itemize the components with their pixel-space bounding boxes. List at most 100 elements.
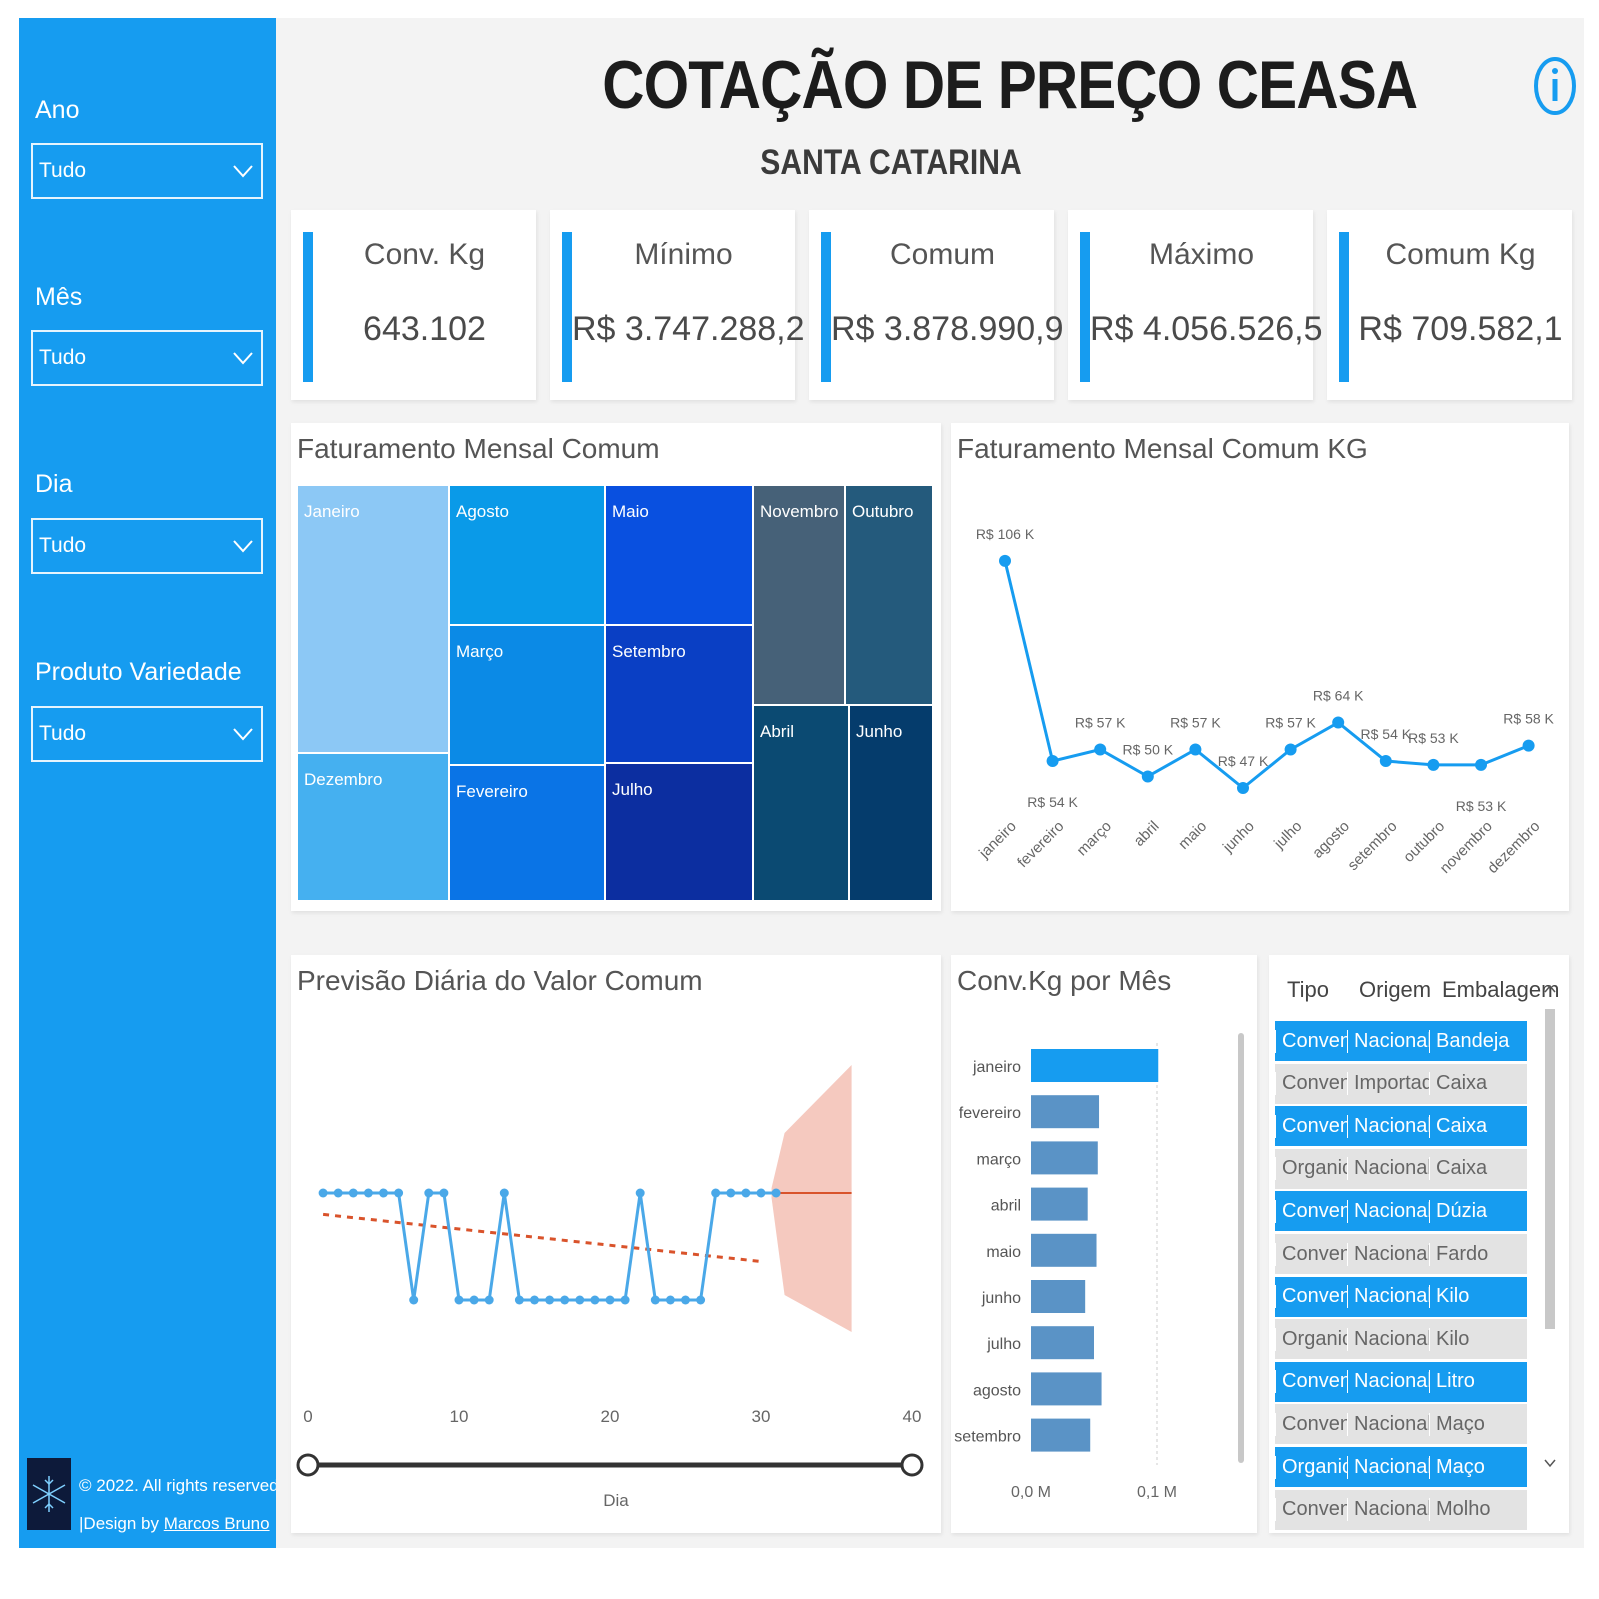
kpi-accent-bar: [303, 232, 313, 382]
ano-dropdown[interactable]: Tudo: [31, 143, 263, 199]
filter-sidebar: Ano Tudo Mês Tudo Dia Tudo Produto Varie…: [19, 18, 279, 1548]
kpi-label: Conv. Kg: [363, 238, 486, 271]
table-row[interactable]: ConvenciNacionalCaixa: [1275, 1106, 1527, 1147]
bar: [1031, 1187, 1088, 1221]
treemap-cell-janeiro[interactable]: Janeiro: [297, 485, 449, 753]
chevron-down-icon: [233, 728, 253, 741]
forecast-x-tick: 40: [903, 1407, 922, 1426]
kpi-accent-bar: [562, 232, 572, 382]
kpi-accent-bar: [821, 232, 831, 382]
forecast-point: [318, 1188, 328, 1198]
produto-variedade-dropdown[interactable]: Tudo: [31, 706, 263, 762]
mes-dropdown-value: Tudo: [39, 346, 87, 369]
day-range-slider-handle-end[interactable]: [900, 1453, 924, 1477]
table-cell-embalagem: Maço: [1429, 1412, 1527, 1436]
dia-dropdown[interactable]: Tudo: [31, 518, 263, 574]
treemap-cell-maio[interactable]: Maio: [605, 485, 753, 625]
designer-link[interactable]: Marcos Bruno: [164, 1514, 270, 1533]
designer-credit-prefix: |Design by: [79, 1514, 164, 1533]
treemap-panel: Faturamento Mensal Comum Janeiro Dezembr…: [291, 423, 941, 911]
table-row[interactable]: ConvenciNacionalLitro: [1275, 1361, 1527, 1402]
kpi-label: Comum: [889, 238, 995, 271]
kpi-label: Mínimo: [634, 238, 733, 271]
chevron-down-icon: [233, 540, 253, 553]
table-row[interactable]: OrganicoNacionalKilo: [1275, 1319, 1527, 1360]
bar-scrollbar[interactable]: [1238, 1033, 1244, 1463]
treemap-cell-julho[interactable]: Julho: [605, 763, 753, 901]
ano-dropdown-value: Tudo: [39, 159, 87, 182]
treemap-cell-junho[interactable]: Junho: [849, 705, 933, 901]
scroll-down-icon[interactable]: [1543, 1457, 1557, 1469]
table-row[interactable]: ConvenciNacionalDúzia: [1275, 1191, 1527, 1232]
forecast-point: [454, 1295, 464, 1305]
filter-label-produto-variedade: Produto Variedade: [35, 658, 242, 686]
line-x-tick-label: dezembro: [1484, 818, 1543, 877]
treemap-cell-abril[interactable]: Abril: [753, 705, 849, 901]
line-data-label: R$ 58 K: [1503, 711, 1554, 727]
table-cell-origem: Nacional: [1347, 1412, 1429, 1436]
forecast-x-tick: 0: [303, 1407, 312, 1426]
treemap-cell-fevereiro[interactable]: Fevereiro: [449, 765, 605, 901]
line-point: [1046, 755, 1059, 768]
forecast-point: [711, 1188, 721, 1198]
table-cell-tipo: Convenci: [1275, 1498, 1347, 1522]
table-cell-tipo: Convenci: [1275, 1114, 1347, 1138]
table-cell-tipo: Organico: [1275, 1157, 1347, 1181]
table-row[interactable]: ConvenciImportadoCaixa: [1275, 1063, 1527, 1104]
line-x-tick-label: agosto: [1309, 818, 1353, 862]
forecast-panel: Previsão Diária do Valor Comum 0 10 20 30 40…: [291, 955, 941, 1533]
line-x-tick-label: fevereiro: [1014, 818, 1067, 871]
treemap-cell-setembro[interactable]: Setembro: [605, 625, 753, 763]
table-panel: Tipo Origem Embalagem ConvenciNacionalBa…: [1269, 955, 1569, 1533]
chevron-down-icon: [233, 352, 253, 365]
table-row[interactable]: ConvenciNacionalBandeja: [1275, 1021, 1527, 1061]
table-header-tipo[interactable]: Tipo: [1287, 977, 1329, 1003]
table-cell-embalagem: Kilo: [1429, 1327, 1527, 1351]
forecast-point: [635, 1188, 645, 1198]
table-scrollbar[interactable]: [1545, 1009, 1555, 1329]
treemap-cell-dezembro[interactable]: Dezembro: [297, 753, 449, 901]
table-header-origem[interactable]: Origem: [1359, 977, 1431, 1003]
info-icon[interactable]: [1531, 53, 1579, 119]
treemap-cell-agosto[interactable]: Agosto: [449, 485, 605, 625]
table-header-embalagem[interactable]: Embalagem: [1442, 977, 1559, 1003]
table-cell-tipo: Convenci: [1275, 1242, 1347, 1266]
treemap-cell-marco[interactable]: Março: [449, 625, 605, 765]
forecast-point: [771, 1188, 781, 1198]
scroll-up-icon[interactable]: [1543, 983, 1557, 995]
line-data-label: R$ 50 K: [1123, 741, 1174, 757]
table-row[interactable]: OrganicoNacionalMaço: [1275, 1447, 1527, 1487]
kpi-card-comum: Comum R$ 3.878.990,9: [809, 210, 1064, 400]
forecast-point: [620, 1295, 630, 1305]
line-data-label: R$ 53 K: [1456, 798, 1507, 814]
mes-dropdown[interactable]: Tudo: [31, 330, 263, 386]
day-range-slider-handle-start[interactable]: [296, 1453, 320, 1477]
dia-dropdown-value: Tudo: [39, 534, 87, 557]
bar-category-label: março: [977, 1151, 1022, 1168]
table-row[interactable]: ConvenciNacionalMaço: [1275, 1404, 1527, 1445]
forecast-point: [409, 1295, 419, 1305]
table-row[interactable]: OrganicoNacionalCaixa: [1275, 1148, 1527, 1189]
table-cell-embalagem: Litro: [1429, 1370, 1527, 1394]
line-data-label: R$ 53 K: [1408, 730, 1459, 746]
table-cell-tipo: Convenci: [1275, 1029, 1347, 1053]
table-row[interactable]: ConvenciNacionalKilo: [1275, 1276, 1527, 1317]
bar-x-tick: 0,0 M: [1011, 1484, 1051, 1501]
table-cell-embalagem: Fardo: [1429, 1242, 1527, 1266]
treemap-cell-outubro[interactable]: Outubro: [845, 485, 933, 705]
filter-label-dia: Dia: [35, 470, 73, 498]
table-cell-origem: Nacional: [1347, 1114, 1429, 1138]
table-cell-embalagem: Molho: [1429, 1498, 1527, 1522]
line-point: [1141, 770, 1154, 783]
table-cell-origem: Nacional: [1347, 1029, 1429, 1053]
bar-category-label: fevereiro: [959, 1105, 1021, 1122]
forecast-point: [605, 1295, 615, 1305]
forecast-x-axis-label: Dia: [603, 1491, 629, 1510]
bar-chart: janeiro fevereiro março abril maio junho julho…: [954, 1033, 1244, 1501]
table-row[interactable]: ConvenciNacionalFardo: [1275, 1234, 1527, 1274]
treemap-cell-novembro[interactable]: Novembro: [753, 485, 845, 705]
forecast-point: [394, 1188, 404, 1198]
line-data-label: R$ 57 K: [1075, 715, 1126, 731]
line-data-label: R$ 106 K: [976, 526, 1035, 542]
table-row[interactable]: ConvenciNacionalMolho: [1275, 1489, 1527, 1530]
